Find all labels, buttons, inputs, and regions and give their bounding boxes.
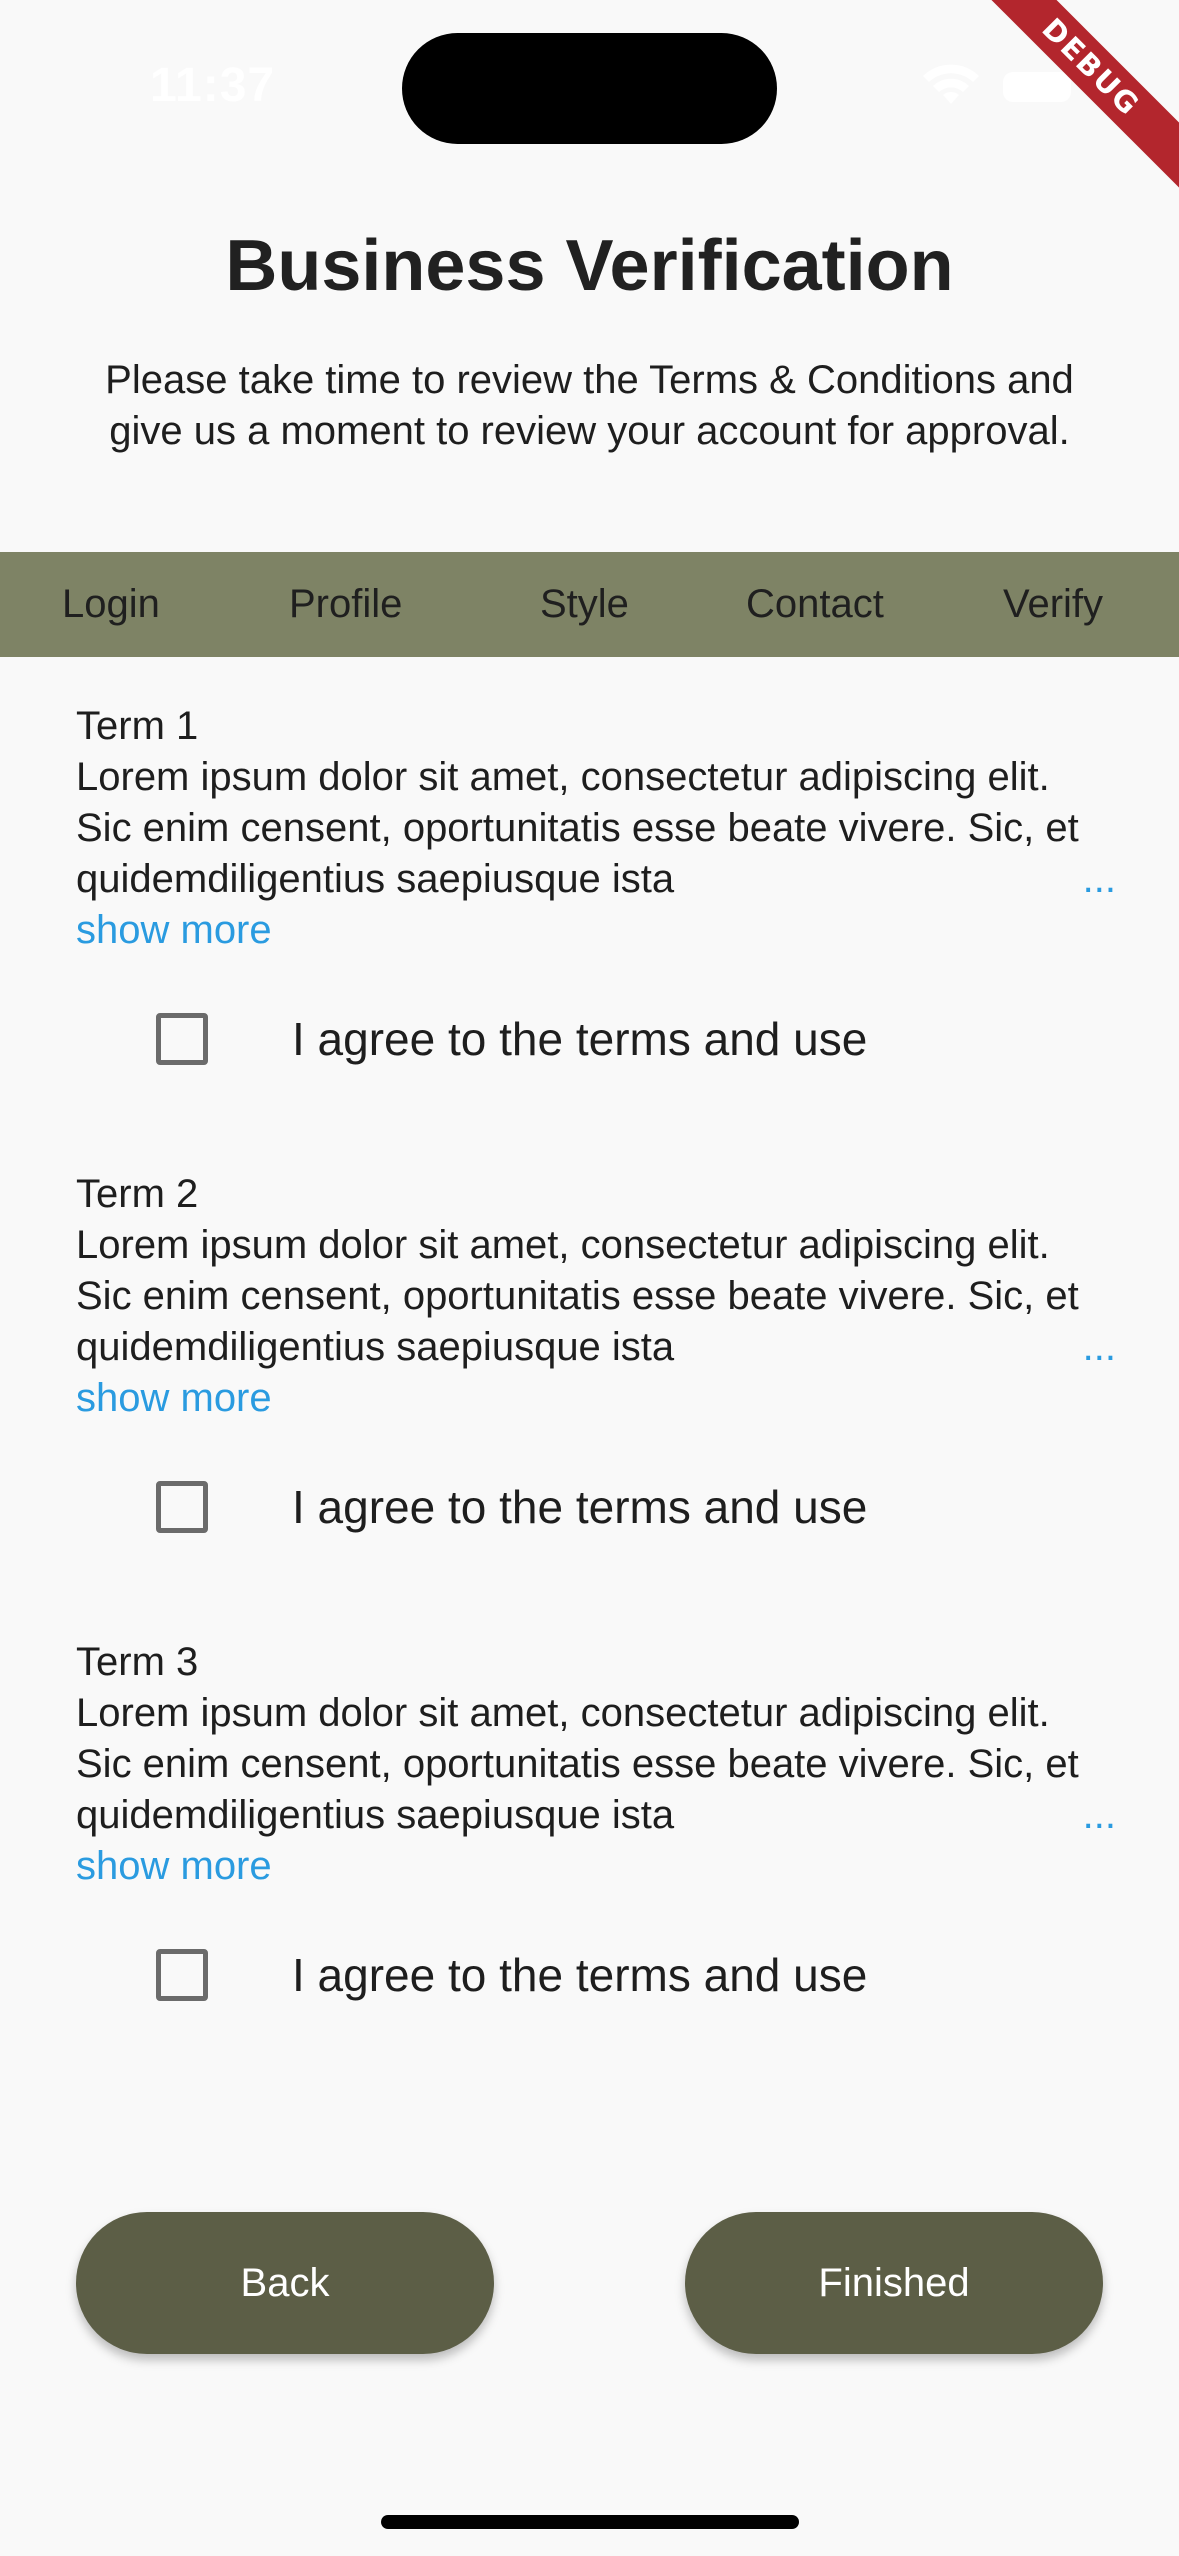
agree-row-3: I agree to the terms and use [76,1935,1116,2015]
agree-checkbox[interactable] [156,1949,208,2001]
term-body-text: Lorem ipsum dolor sit amet, consectetur … [76,1691,1079,1837]
tab-contact[interactable]: Contact [746,552,884,657]
wifi-icon [923,64,979,104]
show-more-link[interactable]: show more [76,1841,272,1892]
term-section-1: Term 1 Lorem ipsum dolor sit amet, conse… [76,701,1116,956]
battery-icon [1003,72,1071,102]
debug-banner: DEBUG [968,0,1179,190]
term-body-text: Lorem ipsum dolor sit amet, consectetur … [76,1223,1079,1369]
page-title: Business Verification [225,226,954,306]
agree-row-2: I agree to the terms and use [76,1467,1116,1547]
term-section-2: Term 2 Lorem ipsum dolor sit amet, conse… [76,1169,1116,1424]
term-body: Lorem ipsum dolor sit amet, consectetur … [76,1688,1116,1841]
status-time: 11:37 [150,59,276,112]
back-button[interactable]: Back [76,2212,494,2354]
dynamic-island [402,33,777,144]
step-tab-bar: Login Profile Style Contact Verify [0,552,1179,657]
home-indicator[interactable] [381,2515,799,2529]
term-body-text: Lorem ipsum dolor sit amet, consectetur … [76,755,1079,901]
term-ellipsis: ... [1078,854,1116,905]
term-ellipsis: ... [1078,1322,1116,1373]
agree-row-1: I agree to the terms and use [76,999,1116,1079]
finished-button[interactable]: Finished [685,2212,1103,2354]
term-title: Term 1 [76,704,199,748]
debug-label: DEBUG [1035,11,1147,123]
term-title: Term 3 [76,1640,199,1684]
tab-profile[interactable]: Profile [289,552,402,657]
term-body: Lorem ipsum dolor sit amet, consectetur … [76,752,1116,905]
term-title: Term 2 [76,1172,199,1216]
page-subtitle: Please take time to review the Terms & C… [105,358,1074,453]
tab-login[interactable]: Login [62,552,160,657]
agree-checkbox[interactable] [156,1481,208,1533]
term-body: Lorem ipsum dolor sit amet, consectetur … [76,1220,1116,1373]
show-more-link[interactable]: show more [76,1373,272,1424]
show-more-link[interactable]: show more [76,905,272,956]
agree-checkbox[interactable] [156,1013,208,1065]
term-ellipsis: ... [1078,1790,1116,1841]
agree-label: I agree to the terms and use [292,1949,868,2001]
agree-label: I agree to the terms and use [292,1013,868,1065]
agree-label: I agree to the terms and use [292,1481,868,1533]
term-section-3: Term 3 Lorem ipsum dolor sit amet, conse… [76,1637,1116,1892]
tab-verify[interactable]: Verify [1003,552,1103,657]
tab-style[interactable]: Style [540,552,629,657]
screen: 11:37 DEBUG Business Verification Please… [0,0,1179,2556]
